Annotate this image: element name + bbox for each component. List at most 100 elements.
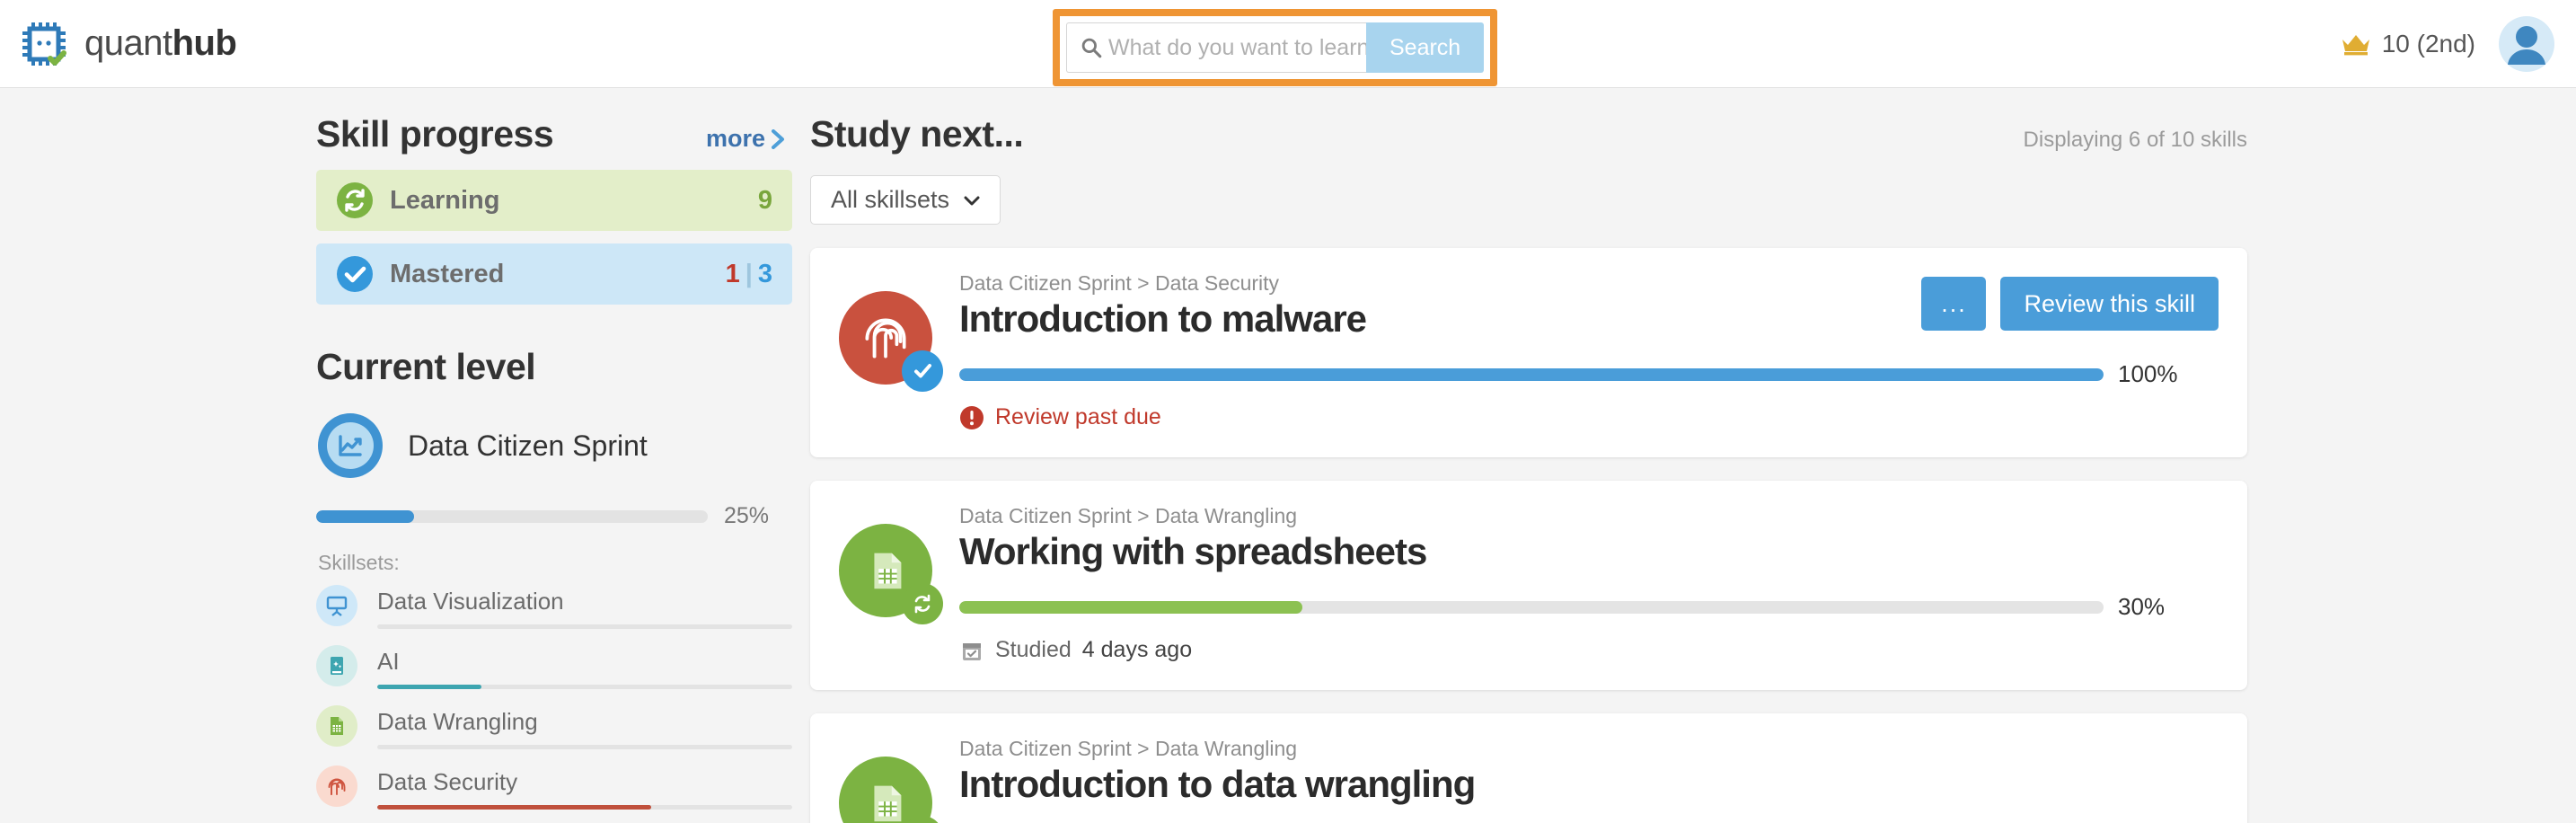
skill-progress-fill	[959, 600, 1303, 614]
skillset-item-data-visualization[interactable]: Data Visualization	[316, 582, 792, 629]
mastered-count-separator: |	[745, 259, 753, 288]
presentation-screen-icon	[316, 585, 357, 626]
skill-progress-track	[959, 367, 2104, 381]
skill-progress-percent: 30%	[2118, 593, 2166, 620]
line-chart-icon	[318, 413, 383, 478]
current-level-fill	[316, 509, 414, 523]
brand-logo[interactable]: quanthub	[20, 19, 237, 69]
skillset-item-ai[interactable]: AI	[316, 642, 792, 689]
skill-card-icon-wrap	[839, 271, 945, 430]
skill-title: Working with spreadsheets	[959, 530, 1427, 572]
skill-title: Introduction to data wrangling	[959, 763, 1476, 805]
skillset-item-data-wrangling[interactable]: Data Wrangling	[316, 703, 792, 749]
sidebar: Skill progress more Learning 9 Mastered …	[316, 113, 792, 823]
skill-progress-title: Skill progress	[316, 113, 554, 155]
brand-text: quanthub	[84, 23, 237, 64]
skillset-name: Data Wrangling	[377, 708, 538, 735]
skillset-fill	[377, 805, 651, 810]
skillset-fill	[377, 685, 481, 689]
skill-card-body: Data Citizen Sprint > Data Wrangling Int…	[945, 737, 2219, 823]
skill-card[interactable]: Data Citizen Sprint > Data Wrangling Int…	[810, 713, 2247, 823]
search-input[interactable]	[1108, 34, 1366, 61]
skillset-filter-dropdown[interactable]: All skillsets	[810, 175, 1001, 225]
skillset-name: Data Visualization	[377, 588, 564, 615]
search-button[interactable]: Search	[1366, 22, 1485, 73]
breadcrumb: Data Citizen Sprint > Data Wrangling	[959, 504, 1298, 527]
refresh-circle-icon	[337, 182, 373, 218]
fingerprint-icon	[316, 765, 357, 807]
main-header: Study next... Displaying 6 of 10 skills	[810, 113, 2247, 155]
user-avatar-icon	[2508, 26, 2545, 65]
current-level-row[interactable]: Data Citizen Sprint	[316, 412, 792, 480]
current-level-track	[316, 509, 708, 523]
mastered-count: 1 | 3	[726, 260, 772, 289]
learning-label: Learning	[390, 185, 500, 215]
skillset-track	[377, 685, 792, 689]
skill-progress-fill	[959, 367, 2104, 381]
refresh-circle-icon	[902, 583, 943, 624]
chevron-down-icon	[964, 196, 980, 205]
skill-progress-header: Skill progress more	[316, 113, 792, 155]
app-header: quanthub Search 10 (2nd)	[0, 0, 2576, 88]
skill-card-icon-wrap	[839, 737, 945, 823]
review-this-skill-button[interactable]: Review this skill	[2000, 277, 2219, 331]
skill-progress-track	[959, 600, 2104, 614]
skillset-track	[377, 624, 792, 629]
skill-card[interactable]: Data Citizen Sprint > Data Wrangling Wor…	[810, 481, 2247, 690]
skill-status-text: Review past due	[995, 404, 1161, 429]
current-level-progress: 25%	[316, 503, 792, 529]
rank-label: 10 (2nd)	[2381, 30, 2475, 58]
skill-card-actions: ... Review this skill	[1921, 277, 2219, 331]
header-right: 10 (2nd)	[2341, 0, 2554, 88]
alert-circle-icon	[960, 405, 984, 429]
search-field[interactable]	[1066, 22, 1366, 73]
check-circle-icon	[902, 350, 943, 392]
avatar[interactable]	[2499, 16, 2554, 72]
skillset-item-data-security[interactable]: Data Security	[316, 763, 792, 810]
skill-card[interactable]: Data Citizen Sprint > Data Security Intr…	[810, 248, 2247, 457]
current-level-percent: 25%	[724, 503, 770, 528]
skill-status-prefix: Studied	[995, 637, 1072, 662]
skillset-track	[377, 745, 792, 749]
ai-book-icon	[316, 645, 357, 686]
check-circle-icon	[337, 256, 373, 292]
skillset-name: AI	[377, 648, 400, 675]
current-level-name: Data Citizen Sprint	[408, 429, 648, 462]
page-title: Study next...	[810, 113, 1024, 155]
skillset-track	[377, 805, 792, 810]
rank-indicator[interactable]: 10 (2nd)	[2341, 30, 2475, 58]
search-icon	[1081, 38, 1102, 58]
crown-icon	[2342, 35, 2369, 56]
breadcrumb: Data Citizen Sprint > Data Wrangling	[959, 737, 1298, 760]
search-bar[interactable]: Search	[1053, 9, 1498, 86]
current-level-title: Current level	[316, 346, 536, 387]
skillset-filter-label: All skillsets	[831, 186, 950, 213]
skill-card-icon-wrap	[839, 504, 945, 663]
skill-status: Review past due	[959, 404, 2201, 430]
brand-prefix: quant	[84, 23, 172, 63]
displaying-count: Displaying 6 of 10 skills	[2023, 128, 2247, 152]
mastered-count-blue: 3	[757, 259, 772, 288]
mastered-count-red: 1	[725, 259, 740, 288]
skill-progress: 30%	[959, 593, 2201, 621]
spreadsheet-file-icon	[316, 705, 357, 747]
learning-count: 9	[757, 185, 772, 215]
page-content: Skill progress more Learning 9 Mastered …	[0, 88, 2576, 823]
more-options-button[interactable]: ...	[1921, 277, 1987, 331]
skill-progress-row-learning[interactable]: Learning 9	[316, 170, 792, 231]
main-panel: Study next... Displaying 6 of 10 skills …	[810, 113, 2247, 823]
microchip-check-icon	[22, 22, 66, 66]
skill-progress-percent: 100%	[2118, 360, 2178, 387]
skillset-name: Data Security	[377, 768, 518, 795]
skill-progress: 100%	[959, 360, 2201, 388]
skill-progress-more-link[interactable]: more	[706, 125, 785, 153]
calendar-check-icon	[963, 642, 981, 660]
skillsets-label: Skillsets:	[318, 551, 400, 574]
more-label: more	[705, 125, 765, 152]
chevron-right-icon	[772, 128, 784, 149]
spreadsheet-file-icon	[839, 757, 932, 823]
mastered-label: Mastered	[390, 259, 505, 288]
skill-status: Studied 4 days ago	[959, 637, 2201, 663]
brand-suffix: hub	[172, 23, 237, 63]
skill-progress-row-mastered[interactable]: Mastered 1 | 3	[316, 243, 792, 305]
